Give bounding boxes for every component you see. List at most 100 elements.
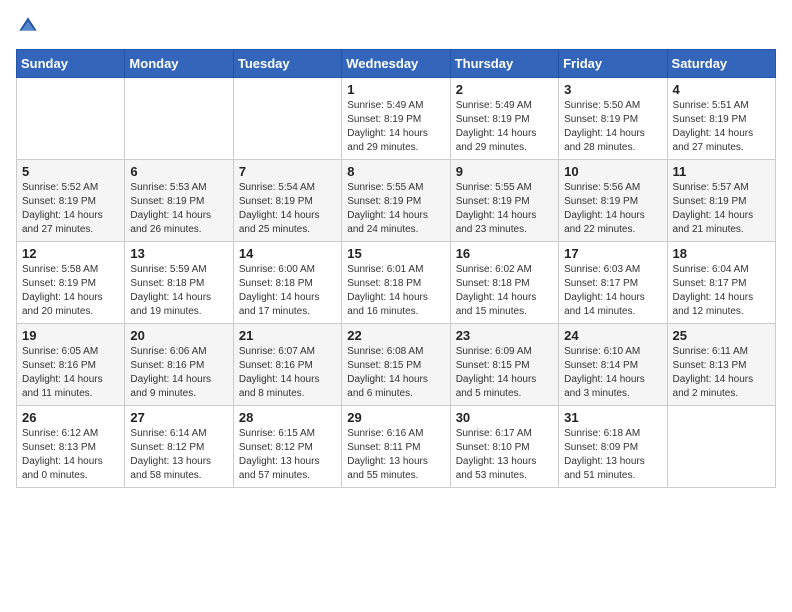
day-number: 16 [456, 246, 553, 261]
calendar-header-tuesday: Tuesday [233, 50, 341, 78]
day-number: 26 [22, 410, 119, 425]
day-info: Sunrise: 6:15 AM Sunset: 8:12 PM Dayligh… [239, 427, 336, 483]
day-number: 18 [673, 246, 770, 261]
calendar-cell: 1 Sunrise: 5:49 AM Sunset: 8:19 PM Daylig… [342, 78, 450, 160]
day-number: 27 [130, 410, 227, 425]
calendar-header-thursday: Thursday [450, 50, 558, 78]
calendar-week-row: 26 Sunrise: 6:12 AM Sunset: 8:13 PM Dayli… [17, 406, 776, 488]
day-number: 30 [456, 410, 553, 425]
day-info: Sunrise: 5:58 AM Sunset: 8:19 PM Dayligh… [22, 263, 119, 319]
day-info: Sunrise: 5:55 AM Sunset: 8:19 PM Dayligh… [347, 181, 444, 237]
calendar-cell [233, 78, 341, 160]
calendar-cell: 25 Sunrise: 6:11 AM Sunset: 8:13 PM Dayli… [667, 324, 775, 406]
calendar-cell: 30 Sunrise: 6:17 AM Sunset: 8:10 PM Dayli… [450, 406, 558, 488]
day-number: 13 [130, 246, 227, 261]
day-number: 1 [347, 82, 444, 97]
day-info: Sunrise: 6:11 AM Sunset: 8:13 PM Dayligh… [673, 345, 770, 401]
calendar-cell: 2 Sunrise: 5:49 AM Sunset: 8:19 PM Daylig… [450, 78, 558, 160]
calendar-cell: 27 Sunrise: 6:14 AM Sunset: 8:12 PM Dayli… [125, 406, 233, 488]
calendar-cell: 5Sunrise: 5:52 AM Sunset: 8:19 PM Daylig… [17, 160, 125, 242]
day-number: 4 [673, 82, 770, 97]
day-info: Sunrise: 6:05 AM Sunset: 8:16 PM Dayligh… [22, 345, 119, 401]
calendar-cell: 9 Sunrise: 5:55 AM Sunset: 8:19 PM Daylig… [450, 160, 558, 242]
day-number: 22 [347, 328, 444, 343]
calendar-header-wednesday: Wednesday [342, 50, 450, 78]
calendar-cell: 28 Sunrise: 6:15 AM Sunset: 8:12 PM Dayli… [233, 406, 341, 488]
day-number: 23 [456, 328, 553, 343]
calendar-cell: 23 Sunrise: 6:09 AM Sunset: 8:15 PM Dayli… [450, 324, 558, 406]
calendar-header-sunday: Sunday [17, 50, 125, 78]
day-number: 29 [347, 410, 444, 425]
day-info: Sunrise: 5:59 AM Sunset: 8:18 PM Dayligh… [130, 263, 227, 319]
day-number: 19 [22, 328, 119, 343]
calendar-header-row: SundayMondayTuesdayWednesdayThursdayFrid… [17, 50, 776, 78]
calendar-cell: 24 Sunrise: 6:10 AM Sunset: 8:14 PM Dayli… [559, 324, 667, 406]
calendar-cell: 19 Sunrise: 6:05 AM Sunset: 8:16 PM Dayli… [17, 324, 125, 406]
day-number: 9 [456, 164, 553, 179]
day-info: Sunrise: 6:02 AM Sunset: 8:18 PM Dayligh… [456, 263, 553, 319]
day-info: Sunrise: 6:14 AM Sunset: 8:12 PM Dayligh… [130, 427, 227, 483]
calendar-cell: 18 Sunrise: 6:04 AM Sunset: 8:17 PM Dayli… [667, 242, 775, 324]
calendar-cell: 13 Sunrise: 5:59 AM Sunset: 8:18 PM Dayli… [125, 242, 233, 324]
calendar-header-saturday: Saturday [667, 50, 775, 78]
day-info: Sunrise: 6:10 AM Sunset: 8:14 PM Dayligh… [564, 345, 661, 401]
calendar-cell: 14 Sunrise: 6:00 AM Sunset: 8:18 PM Dayli… [233, 242, 341, 324]
calendar-table: SundayMondayTuesdayWednesdayThursdayFrid… [16, 49, 776, 488]
day-number: 2 [456, 82, 553, 97]
day-info: Sunrise: 5:52 AM Sunset: 8:19 PM Dayligh… [22, 181, 119, 237]
logo [16, 16, 38, 41]
calendar-week-row: 1 Sunrise: 5:49 AM Sunset: 8:19 PM Daylig… [17, 78, 776, 160]
calendar-header-monday: Monday [125, 50, 233, 78]
day-info: Sunrise: 5:49 AM Sunset: 8:19 PM Dayligh… [347, 99, 444, 155]
day-info: Sunrise: 5:56 AM Sunset: 8:19 PM Dayligh… [564, 181, 661, 237]
day-info: Sunrise: 6:12 AM Sunset: 8:13 PM Dayligh… [22, 427, 119, 483]
day-info: Sunrise: 5:54 AM Sunset: 8:19 PM Dayligh… [239, 181, 336, 237]
calendar-cell: 12Sunrise: 5:58 AM Sunset: 8:19 PM Dayli… [17, 242, 125, 324]
day-number: 20 [130, 328, 227, 343]
day-info: Sunrise: 6:00 AM Sunset: 8:18 PM Dayligh… [239, 263, 336, 319]
calendar-cell: 4 Sunrise: 5:51 AM Sunset: 8:19 PM Daylig… [667, 78, 775, 160]
calendar-cell [17, 78, 125, 160]
day-info: Sunrise: 5:49 AM Sunset: 8:19 PM Dayligh… [456, 99, 553, 155]
day-number: 25 [673, 328, 770, 343]
calendar-cell: 26 Sunrise: 6:12 AM Sunset: 8:13 PM Dayli… [17, 406, 125, 488]
day-info: Sunrise: 6:08 AM Sunset: 8:15 PM Dayligh… [347, 345, 444, 401]
day-info: Sunrise: 6:17 AM Sunset: 8:10 PM Dayligh… [456, 427, 553, 483]
day-info: Sunrise: 6:09 AM Sunset: 8:15 PM Dayligh… [456, 345, 553, 401]
calendar-cell: 16 Sunrise: 6:02 AM Sunset: 8:18 PM Dayli… [450, 242, 558, 324]
day-number: 6 [130, 164, 227, 179]
day-info: Sunrise: 6:06 AM Sunset: 8:16 PM Dayligh… [130, 345, 227, 401]
calendar-cell: 3Sunrise: 5:50 AM Sunset: 8:19 PM Daylig… [559, 78, 667, 160]
day-number: 10 [564, 164, 661, 179]
calendar-week-row: 12Sunrise: 5:58 AM Sunset: 8:19 PM Dayli… [17, 242, 776, 324]
day-info: Sunrise: 5:51 AM Sunset: 8:19 PM Dayligh… [673, 99, 770, 155]
calendar-cell: 22 Sunrise: 6:08 AM Sunset: 8:15 PM Dayli… [342, 324, 450, 406]
calendar-cell: 29Sunrise: 6:16 AM Sunset: 8:11 PM Dayli… [342, 406, 450, 488]
day-info: Sunrise: 6:03 AM Sunset: 8:17 PM Dayligh… [564, 263, 661, 319]
day-info: Sunrise: 5:57 AM Sunset: 8:19 PM Dayligh… [673, 181, 770, 237]
calendar-cell: 11Sunrise: 5:57 AM Sunset: 8:19 PM Dayli… [667, 160, 775, 242]
day-number: 17 [564, 246, 661, 261]
day-number: 31 [564, 410, 661, 425]
day-number: 21 [239, 328, 336, 343]
calendar-cell: 31Sunrise: 6:18 AM Sunset: 8:09 PM Dayli… [559, 406, 667, 488]
calendar-cell: 8 Sunrise: 5:55 AM Sunset: 8:19 PM Daylig… [342, 160, 450, 242]
page-header [16, 16, 776, 41]
logo-icon [18, 16, 38, 36]
day-number: 28 [239, 410, 336, 425]
calendar-header-friday: Friday [559, 50, 667, 78]
calendar-cell [125, 78, 233, 160]
day-info: Sunrise: 5:55 AM Sunset: 8:19 PM Dayligh… [456, 181, 553, 237]
calendar-cell: 15Sunrise: 6:01 AM Sunset: 8:18 PM Dayli… [342, 242, 450, 324]
day-number: 7 [239, 164, 336, 179]
calendar-week-row: 5Sunrise: 5:52 AM Sunset: 8:19 PM Daylig… [17, 160, 776, 242]
calendar-cell: 21Sunrise: 6:07 AM Sunset: 8:16 PM Dayli… [233, 324, 341, 406]
day-info: Sunrise: 6:04 AM Sunset: 8:17 PM Dayligh… [673, 263, 770, 319]
calendar-cell: 6 Sunrise: 5:53 AM Sunset: 8:19 PM Daylig… [125, 160, 233, 242]
calendar-cell [667, 406, 775, 488]
day-info: Sunrise: 5:53 AM Sunset: 8:19 PM Dayligh… [130, 181, 227, 237]
day-number: 14 [239, 246, 336, 261]
day-number: 24 [564, 328, 661, 343]
day-info: Sunrise: 5:50 AM Sunset: 8:19 PM Dayligh… [564, 99, 661, 155]
day-number: 8 [347, 164, 444, 179]
